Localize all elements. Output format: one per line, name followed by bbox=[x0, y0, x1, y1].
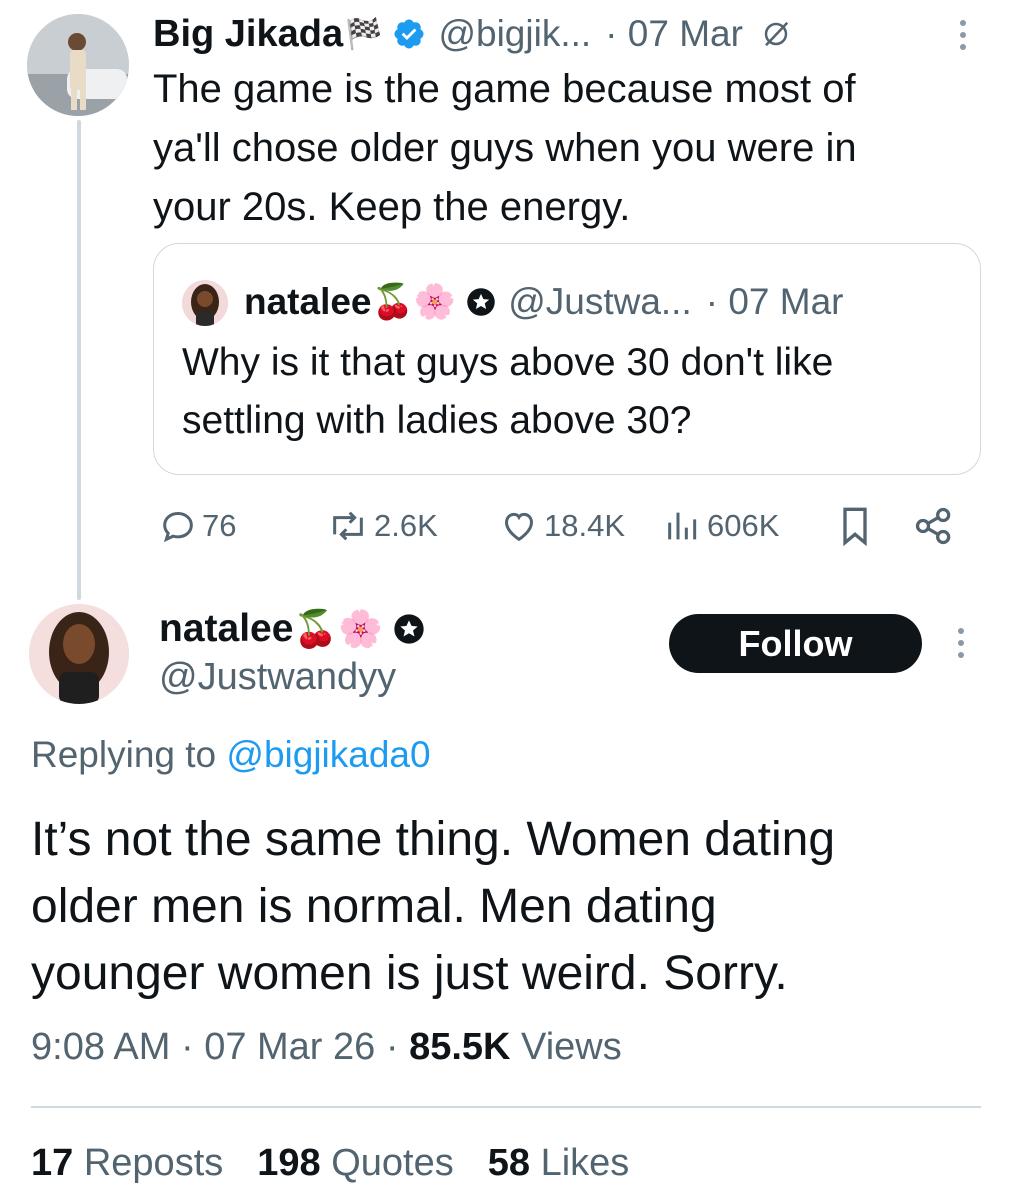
quoted-tweet-card[interactable]: natalee 🍒🌸 @Justwa... · 07 Mar Why is it… bbox=[153, 243, 981, 475]
quote-header: natalee 🍒🌸 @Justwa... · 07 Mar bbox=[244, 274, 964, 330]
share-button[interactable] bbox=[912, 504, 956, 553]
like-action[interactable]: 18.4K bbox=[498, 504, 625, 548]
reply-text-line: older men is normal. Men dating bbox=[31, 880, 717, 933]
cherry-blossom-emojis: 🍒🌸 bbox=[371, 282, 457, 322]
grok-slash-icon[interactable] bbox=[761, 19, 791, 49]
reply-author-name[interactable]: natalee bbox=[159, 607, 293, 651]
replying-to-line: Replying to @bigjikada0 bbox=[31, 734, 431, 776]
repost-count: 2.6K bbox=[374, 508, 438, 543]
reply-more-options-icon[interactable] bbox=[955, 628, 967, 660]
avatar-bigjikada[interactable] bbox=[27, 14, 129, 116]
reposts-label: Reposts bbox=[83, 1142, 224, 1184]
checkered-flag-icon: 🏁 bbox=[345, 16, 383, 52]
quote-handle: @Justwa... bbox=[508, 281, 692, 322]
quote-author-avatar bbox=[182, 280, 228, 326]
tweet1-text: The game is the game because most of ya'… bbox=[153, 60, 983, 237]
likes-stat[interactable]: 58 Likes bbox=[488, 1142, 630, 1185]
likes-label: Likes bbox=[540, 1142, 630, 1184]
views-action[interactable]: 606K bbox=[663, 504, 779, 548]
avatar-natalee[interactable] bbox=[29, 604, 129, 704]
thread-connector-line bbox=[77, 120, 81, 600]
reply-header: natalee 🍒🌸 bbox=[159, 600, 639, 658]
like-count: 18.4K bbox=[544, 508, 626, 543]
cherry-blossom-emojis: 🍒🌸 bbox=[293, 609, 384, 650]
reply-action[interactable]: 76 bbox=[158, 504, 236, 548]
bookmark-icon bbox=[843, 507, 867, 547]
tweet1-handle[interactable]: @bigjik... bbox=[438, 13, 591, 55]
quote-text-line: settling with ladies above 30? bbox=[182, 399, 692, 442]
replying-to-label: Replying to bbox=[31, 734, 217, 775]
tweet1-date[interactable]: · 07 Mar bbox=[605, 13, 743, 55]
likes-count: 58 bbox=[487, 1142, 531, 1184]
reply-views-count: 85.5K bbox=[409, 1026, 511, 1068]
replying-to-handle-link[interactable]: @bigjikada0 bbox=[226, 734, 430, 775]
repost-action[interactable]: 2.6K bbox=[326, 504, 438, 548]
reply-count: 76 bbox=[202, 508, 237, 543]
tweet1-text-line: ya'll chose older guys when you were in bbox=[153, 126, 857, 170]
reply-text: It’s not the same thing. Women dating ol… bbox=[31, 806, 991, 1007]
share-icon bbox=[915, 507, 951, 545]
quotes-label: Quotes bbox=[331, 1142, 454, 1184]
tweet1-more-options-icon[interactable] bbox=[957, 20, 969, 52]
engagement-stats: 17 Reposts 198 Quotes 58 Likes bbox=[31, 1142, 629, 1185]
bookmark-button[interactable] bbox=[835, 504, 875, 553]
reposts-count: 17 bbox=[31, 1142, 74, 1184]
heart-icon bbox=[504, 512, 534, 542]
reply-meta: 9:08 AM · 07 Mar 26 · 85.5K Views bbox=[31, 1026, 622, 1069]
tweet1-author-name[interactable]: Big Jikada bbox=[153, 13, 343, 56]
repost-icon bbox=[333, 511, 363, 541]
quotes-stat[interactable]: 198 Quotes bbox=[257, 1142, 454, 1185]
views-bar-chart-icon bbox=[668, 512, 697, 540]
quote-text: Why is it that guys above 30 don't like … bbox=[182, 334, 962, 450]
follow-button[interactable]: Follow bbox=[669, 614, 922, 673]
affiliate-badge-icon bbox=[393, 613, 425, 645]
reply-handle[interactable]: @Justwandyy bbox=[159, 656, 396, 699]
quote-text-line: Why is it that guys above 30 don't like bbox=[182, 341, 834, 384]
tweet1-text-line: your 20s. Keep the energy. bbox=[153, 185, 631, 229]
reply-views-label: Views bbox=[521, 1026, 622, 1068]
reply-bubble-icon bbox=[163, 511, 193, 543]
avatar-photo bbox=[27, 14, 129, 116]
reposts-stat[interactable]: 17 Reposts bbox=[31, 1142, 223, 1185]
divider bbox=[31, 1106, 981, 1108]
verified-badge-icon bbox=[392, 17, 426, 51]
reply-text-line: It’s not the same thing. Women dating bbox=[31, 813, 836, 866]
quote-author-name: natalee bbox=[244, 281, 372, 322]
affiliate-badge-icon bbox=[466, 287, 496, 317]
tweet1-text-line: The game is the game because most of bbox=[153, 67, 856, 111]
quote-date: · 07 Mar bbox=[705, 281, 844, 322]
reply-timestamp[interactable]: 9:08 AM · 07 Mar 26 · bbox=[31, 1026, 399, 1068]
reply-text-line: younger women is just weird. Sorry. bbox=[31, 947, 788, 1000]
quotes-count: 198 bbox=[257, 1142, 321, 1184]
views-count: 606K bbox=[707, 508, 780, 543]
avatar-photo bbox=[29, 604, 129, 704]
tweet1-header: Big Jikada 🏁 @bigjik... · 07 Mar bbox=[153, 8, 973, 60]
